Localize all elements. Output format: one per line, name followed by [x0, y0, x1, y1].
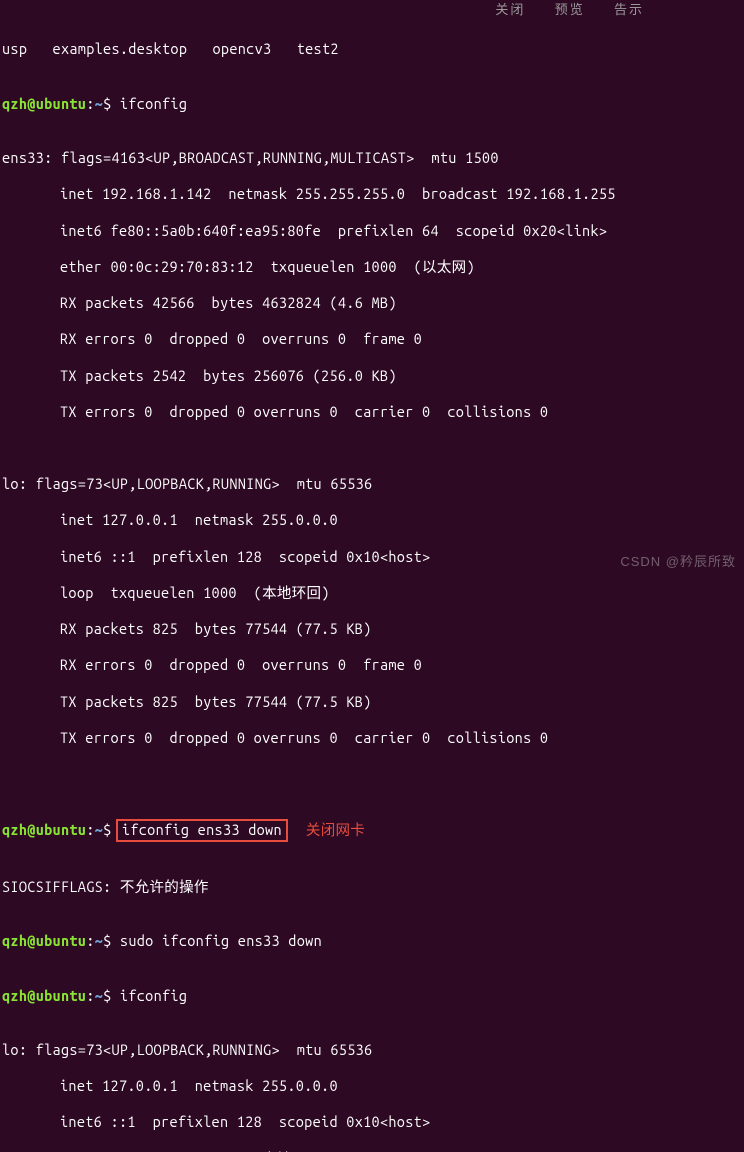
prompt-symbol: $	[103, 932, 111, 949]
output-line: lo: flags=73<UP,LOOPBACK,RUNNING> mtu 65…	[2, 475, 742, 493]
watermark-text: CSDN @矜辰所致	[620, 554, 736, 570]
terminal-output: usp examples.desktop opencv3 test2 qzh@u…	[2, 4, 742, 1152]
prompt-colon: :	[86, 987, 94, 1004]
output-line: RX packets 42566 bytes 4632824 (4.6 MB)	[2, 294, 742, 312]
menu-item: 预览	[555, 3, 585, 17]
top-menu: 关闭 预览 告示	[485, 2, 654, 18]
prompt-line[interactable]: qzh@ubuntu:~$ ifconfig	[2, 95, 742, 113]
command-text: sudo ifconfig ens33 down	[120, 932, 322, 949]
partial-line: usp examples.desktop opencv3 test2	[2, 40, 339, 57]
output-line: RX errors 0 dropped 0 overruns 0 frame 0	[2, 330, 742, 348]
menu-item: 关闭	[495, 3, 525, 17]
prompt-user: qzh	[2, 95, 27, 112]
prompt-at: @	[27, 932, 35, 949]
prompt-line-highlighted[interactable]: qzh@ubuntu:~$ ifconfig ens33 down 关闭网卡	[2, 819, 742, 841]
prompt-symbol: $	[103, 821, 111, 838]
output-line: ether 00:0c:29:70:83:12 txqueuelen 1000 …	[2, 258, 742, 276]
annotation-text: 关闭网卡	[306, 821, 365, 838]
output-line: ens33: flags=4163<UP,BROADCAST,RUNNING,M…	[2, 149, 742, 167]
error-line: SIOCSIFFLAGS: 不允许的操作	[2, 878, 742, 896]
output-line: TX packets 2542 bytes 256076 (256.0 KB)	[2, 367, 742, 385]
prompt-path: ~	[95, 95, 103, 112]
prompt-host: ubuntu	[36, 95, 87, 112]
prompt-user: qzh	[2, 821, 27, 838]
output-line: inet6 ::1 prefixlen 128 scopeid 0x10<hos…	[2, 1113, 742, 1131]
output-line: TX packets 825 bytes 77544 (77.5 KB)	[2, 693, 742, 711]
prompt-symbol: $	[103, 95, 111, 112]
output-line: inet 127.0.0.1 netmask 255.0.0.0	[2, 511, 742, 529]
prompt-line[interactable]: qzh@ubuntu:~$ sudo ifconfig ens33 down	[2, 932, 742, 950]
output-line: RX packets 825 bytes 77544 (77.5 KB)	[2, 620, 742, 638]
prompt-path: ~	[95, 987, 103, 1004]
prompt-host: ubuntu	[36, 987, 87, 1004]
prompt-colon: :	[86, 821, 94, 838]
output-line: inet 192.168.1.142 netmask 255.255.255.0…	[2, 185, 742, 203]
output-line: loop txqueuelen 1000 (本地环回)	[2, 584, 742, 602]
menu-item: 告示	[614, 3, 644, 17]
prompt-colon: :	[86, 932, 94, 949]
output-line: TX errors 0 dropped 0 overruns 0 carrier…	[2, 729, 742, 747]
prompt-path: ~	[95, 821, 103, 838]
prompt-line[interactable]: qzh@ubuntu:~$ ifconfig	[2, 987, 742, 1005]
prompt-user: qzh	[2, 987, 27, 1004]
prompt-at: @	[27, 821, 35, 838]
prompt-colon: :	[86, 95, 94, 112]
prompt-user: qzh	[2, 932, 27, 949]
prompt-at: @	[27, 95, 35, 112]
output-line: loop txqueuelen 1000 (本地环回)	[2, 1150, 742, 1152]
command-text: ifconfig	[120, 95, 187, 112]
output-line: TX errors 0 dropped 0 overruns 0 carrier…	[2, 403, 742, 421]
prompt-host: ubuntu	[36, 932, 87, 949]
prompt-host: ubuntu	[36, 821, 87, 838]
output-line: RX errors 0 dropped 0 overruns 0 frame 0	[2, 656, 742, 674]
output-line: inet 127.0.0.1 netmask 255.0.0.0	[2, 1077, 742, 1095]
highlight-rectangle: ifconfig ens33 down	[116, 819, 288, 841]
prompt-symbol: $	[103, 987, 111, 1004]
prompt-path: ~	[95, 932, 103, 949]
output-line: lo: flags=73<UP,LOOPBACK,RUNNING> mtu 65…	[2, 1041, 742, 1059]
prompt-at: @	[27, 987, 35, 1004]
command-text: ifconfig	[120, 987, 187, 1004]
output-line: inet6 fe80::5a0b:640f:ea95:80fe prefixle…	[2, 222, 742, 240]
command-text: ifconfig ens33 down	[122, 821, 282, 838]
